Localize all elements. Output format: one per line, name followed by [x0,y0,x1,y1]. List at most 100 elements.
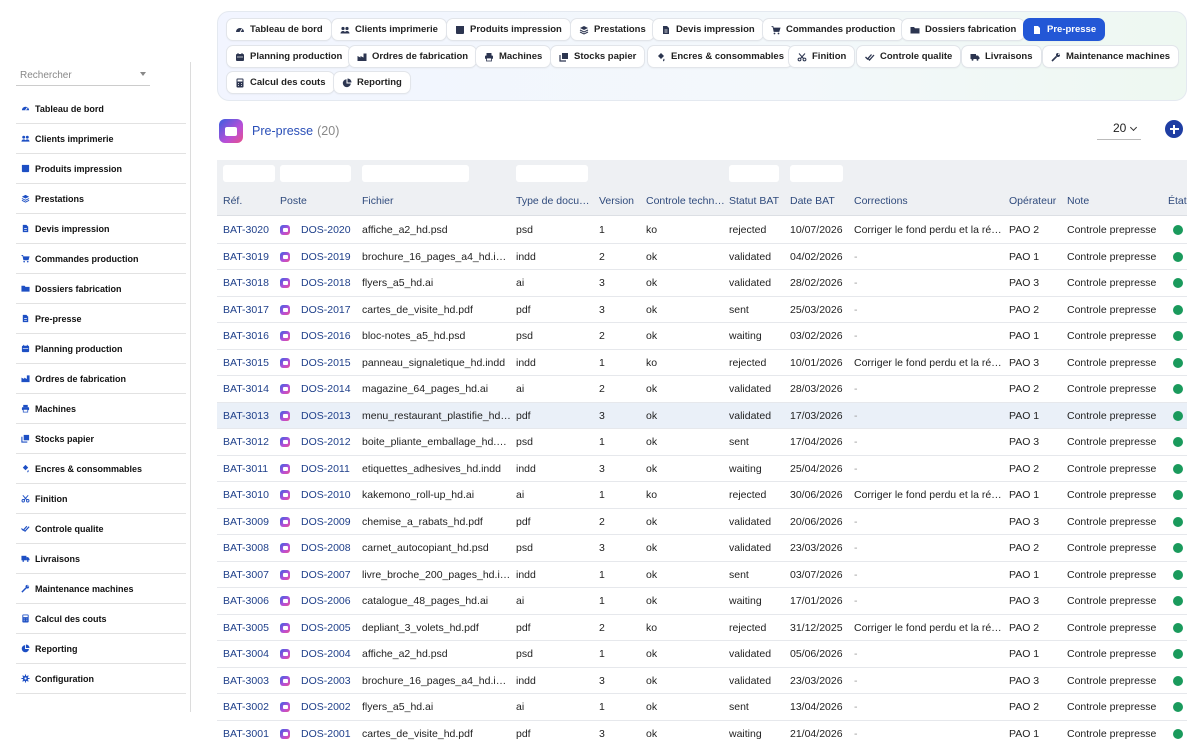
tab-livraisons[interactable]: Livraisons [961,45,1042,68]
tab-maintenance-machines[interactable]: Maintenance machines [1042,45,1180,68]
column-header[interactable]: Fichier [362,195,512,207]
tab-dossiers-fabrication[interactable]: Dossiers fabrication [901,18,1026,41]
tab-controle-qualite[interactable]: Controle qualite [856,45,962,68]
sidebar-item-encres-consommables[interactable]: Encres & consommables [16,454,186,484]
sidebar-item-commandes-production[interactable]: Commandes production [16,244,186,274]
table-row[interactable]: BAT-3010 DOS-2010 kakemono_roll-up_hd.ai ai… [217,482,1187,509]
tab-devis-impression[interactable]: Devis impression [652,18,764,41]
sidebar-item-stocks-papier[interactable]: Stocks papier [16,424,186,454]
tab-produits-impression[interactable]: Produits impression [446,18,571,41]
cell-ref[interactable]: BAT-3003 [223,675,278,687]
table-row[interactable]: BAT-3018 DOS-2018 flyers_a5_hd.ai ai 3 ok vali… [217,270,1187,297]
cell-ref[interactable]: BAT-3004 [223,648,278,660]
sidebar-item-devis-impression[interactable]: Devis impression [16,214,186,244]
sidebar-item-produits-impression[interactable]: Produits impression [16,154,186,184]
table-row[interactable]: BAT-3008 DOS-2008 carnet_autocopiant_hd.ps… [217,535,1187,562]
tab-encres-consommables[interactable]: Encres & consommables [647,45,793,68]
cell-poste[interactable]: DOS-2009 [301,516,361,528]
cell-ref[interactable]: BAT-3019 [223,251,278,263]
cell-ref[interactable]: BAT-3013 [223,410,278,422]
column-header[interactable]: Poste [280,195,350,207]
cell-poste[interactable]: DOS-2012 [301,436,361,448]
table-row[interactable]: BAT-3003 DOS-2003 brochure_16_pages_a4_hd.… [217,667,1187,694]
table-row[interactable]: BAT-3002 DOS-2002 flyers_a5_hd.ai ai 1 ok sent… [217,694,1187,721]
sidebar-item-prestations[interactable]: Prestations [16,184,186,214]
cell-ref[interactable]: BAT-3008 [223,542,278,554]
table-row[interactable]: BAT-3004 DOS-2004 affiche_a2_hd.psd psd 1 ok v… [217,641,1187,668]
table-row[interactable]: BAT-3007 DOS-2007 livre_broche_200_pages_h… [217,561,1187,588]
cell-ref[interactable]: BAT-3014 [223,383,278,395]
sidebar-item-calcul-des-couts[interactable]: Calcul des couts [16,604,186,634]
table-row[interactable]: BAT-3016 DOS-2016 bloc-notes_a5_hd.psd psd 2… [217,323,1187,350]
cell-ref[interactable]: BAT-3016 [223,330,278,342]
column-header[interactable]: Controle technique [646,195,726,207]
cell-poste[interactable]: DOS-2004 [301,648,361,660]
cell-ref[interactable]: BAT-3006 [223,595,278,607]
column-filter-input[interactable] [280,165,351,182]
cell-ref[interactable]: BAT-3005 [223,622,278,634]
cell-ref[interactable]: BAT-3010 [223,489,278,501]
sidebar-item-livraisons[interactable]: Livraisons [16,544,186,574]
cell-poste[interactable]: DOS-2001 [301,728,361,740]
sidebar-search-select[interactable]: Rechercher [16,66,150,86]
column-header[interactable]: Note [1067,195,1165,207]
sidebar-item-dossiers-fabrication[interactable]: Dossiers fabrication [16,274,186,304]
cell-poste[interactable]: DOS-2002 [301,701,361,713]
table-row[interactable]: BAT-3013 DOS-2013 menu_restaurant_plastifi… [217,402,1187,429]
sidebar-item-finition[interactable]: Finition [16,484,186,514]
cell-ref[interactable]: BAT-3018 [223,277,278,289]
tab-commandes-production[interactable]: Commandes production [762,18,905,41]
cell-poste[interactable]: DOS-2007 [301,569,361,581]
cell-poste[interactable]: DOS-2005 [301,622,361,634]
cell-ref[interactable]: BAT-3007 [223,569,278,581]
tab-finition[interactable]: Finition [788,45,856,68]
table-row[interactable]: BAT-3014 DOS-2014 magazine_64_pages_hd.ai a… [217,376,1187,403]
tab-calcul-des-couts[interactable]: Calcul des couts [226,71,335,94]
cell-ref[interactable]: BAT-3011 [223,463,278,475]
cell-ref[interactable]: BAT-3015 [223,357,278,369]
table-row[interactable]: BAT-3009 DOS-2009 chemise_a_rabats_hd.pdf p… [217,508,1187,535]
tab-planning-production[interactable]: Planning production [226,45,352,68]
column-header[interactable]: État [1168,195,1198,207]
column-header[interactable]: Version [599,195,641,207]
tab-machines[interactable]: Machines [475,45,552,68]
cell-ref[interactable]: BAT-3020 [223,224,278,236]
tab-prestations[interactable]: Prestations [570,18,655,41]
tab-tableau-de-bord[interactable]: Tableau de bord [226,18,332,41]
sidebar-item-configuration[interactable]: Configuration [16,664,186,694]
cell-poste[interactable]: DOS-2017 [301,304,361,316]
sidebar-item-planning-production[interactable]: Planning production [16,334,186,364]
cell-ref[interactable]: BAT-3009 [223,516,278,528]
cell-poste[interactable]: DOS-2006 [301,595,361,607]
column-header[interactable]: Type de document [516,195,594,207]
cell-poste[interactable]: DOS-2014 [301,383,361,395]
sidebar-item-ordres-de-fabrication[interactable]: Ordres de fabrication [16,364,186,394]
table-row[interactable]: BAT-3005 DOS-2005 depliant_3_volets_hd.pdf… [217,614,1187,641]
column-header[interactable]: Corrections [854,195,1004,207]
cell-ref[interactable]: BAT-3012 [223,436,278,448]
column-header[interactable]: Opérateur [1009,195,1064,207]
cell-poste[interactable]: DOS-2015 [301,357,361,369]
tab-ordres-de-fabrication[interactable]: Ordres de fabrication [348,45,478,68]
column-filter-input[interactable] [516,165,588,182]
column-header[interactable]: Date BAT [790,195,850,207]
tab-stocks-papier[interactable]: Stocks papier [550,45,646,68]
tab-pre-presse[interactable]: Pre-presse [1023,18,1106,41]
sidebar-item-maintenance-machines[interactable]: Maintenance machines [16,574,186,604]
sidebar-item-controle-qualite[interactable]: Controle qualite [16,514,186,544]
cell-ref[interactable]: BAT-3001 [223,728,278,740]
table-row[interactable]: BAT-3015 DOS-2015 panneau_signaletique_hd.… [217,349,1187,376]
cell-ref[interactable]: BAT-3002 [223,701,278,713]
column-filter-input[interactable] [790,165,843,182]
sidebar-item-machines[interactable]: Machines [16,394,186,424]
cell-poste[interactable]: DOS-2013 [301,410,361,422]
cell-poste[interactable]: DOS-2008 [301,542,361,554]
column-header[interactable]: Statut BAT [729,195,787,207]
sidebar-item-tableau-de-bord[interactable]: Tableau de bord [16,94,186,124]
cell-poste[interactable]: DOS-2019 [301,251,361,263]
table-row[interactable]: BAT-3012 DOS-2012 boite_pliante_emballage_… [217,429,1187,456]
cell-poste[interactable]: DOS-2011 [301,463,361,475]
cell-poste[interactable]: DOS-2020 [301,224,361,236]
column-header[interactable]: Réf. [223,195,278,207]
table-row[interactable]: BAT-3001 DOS-2001 cartes_de_visite_hd.pdf p… [217,720,1187,743]
